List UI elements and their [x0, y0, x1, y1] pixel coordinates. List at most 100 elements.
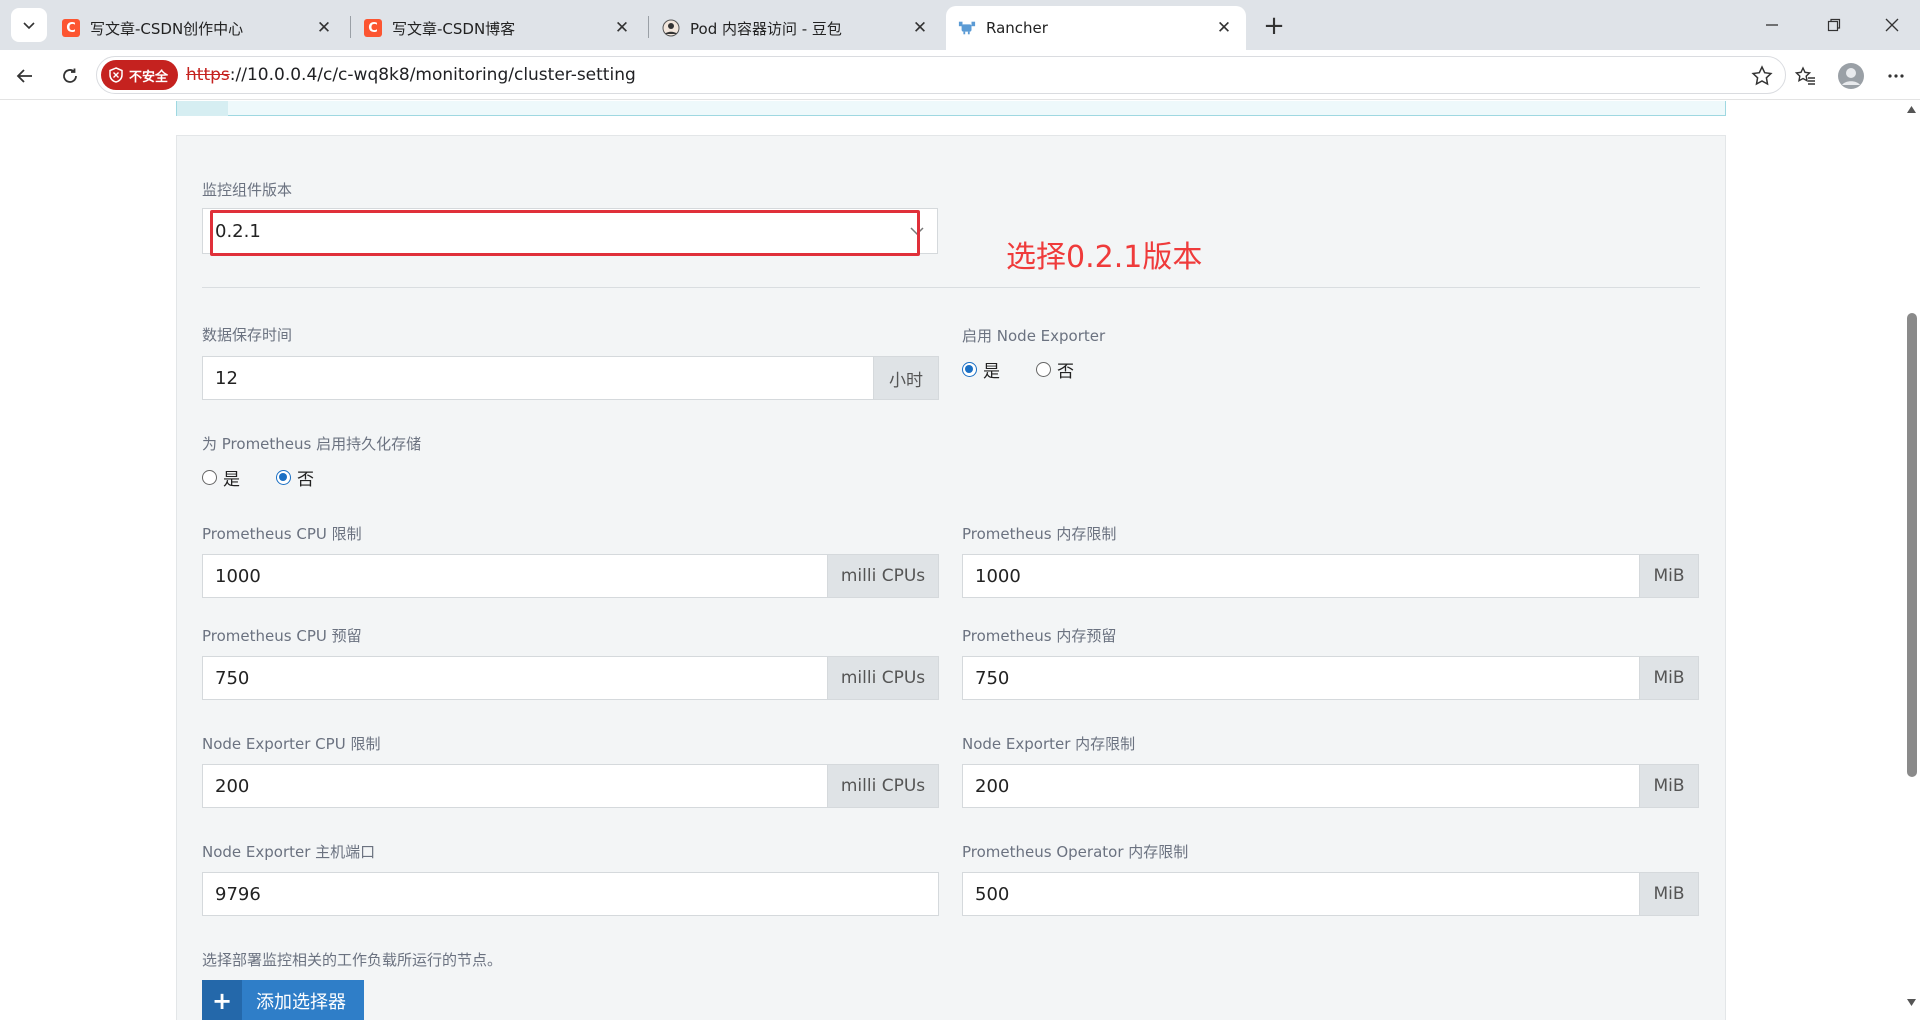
page-scrollbar[interactable]	[1903, 101, 1920, 1020]
operator-mem-limit-input[interactable]: 500	[962, 872, 1640, 916]
csdn-c-icon: C	[62, 19, 80, 37]
ne-host-port-label: Node Exporter 主机端口	[202, 843, 376, 861]
prom-mem-reserve-label: Prometheus 内存预留	[962, 627, 1117, 645]
radio-unchecked[interactable]	[202, 470, 217, 485]
url-scheme: https	[186, 65, 230, 85]
tab-title: 写文章-CSDN博客	[392, 19, 516, 38]
ne-host-port-input[interactable]: 9796	[202, 872, 939, 916]
prom-mem-limit-unit: MiB	[1640, 554, 1699, 598]
plus-icon: +	[1263, 11, 1285, 41]
retention-label: 数据保存时间	[202, 326, 293, 344]
annotation-text: 选择0.2.1版本	[1006, 240, 1203, 275]
prom-mem-limit-label: Prometheus 内存限制	[962, 525, 1117, 543]
bookmark-button[interactable]	[1749, 63, 1775, 89]
radio-checked[interactable]	[276, 470, 291, 485]
window-close-button[interactable]	[1870, 8, 1914, 42]
settings-menu-button[interactable]	[1879, 59, 1913, 93]
address-bar[interactable]: 不安全 https://10.0.0.4/c/c-wq8k8/monitorin…	[96, 56, 1786, 94]
section-divider	[202, 287, 1700, 288]
node-exporter-enable-yes[interactable]: 是	[962, 357, 1000, 382]
prom-cpu-reserve-label: Prometheus CPU 预留	[202, 627, 362, 645]
tab-csdn-creator[interactable]: C 写文章-CSDN创作中心 ✕	[50, 6, 346, 50]
tab-rancher[interactable]: Rancher ✕	[946, 6, 1246, 50]
persistent-storage-label: 为 Prometheus 启用持久化存储	[202, 435, 422, 453]
persistent-storage-yes[interactable]: 是	[202, 465, 240, 490]
info-banner	[176, 101, 1726, 116]
info-icon	[177, 101, 228, 116]
url-text: https://10.0.0.4/c/c-wq8k8/monitoring/cl…	[186, 65, 636, 85]
tab-title: Rancher	[986, 19, 1048, 37]
security-badge[interactable]: 不安全	[101, 60, 179, 90]
security-label: 不安全	[129, 69, 169, 85]
tab-search-button[interactable]	[11, 8, 47, 42]
restore-icon	[1827, 18, 1841, 32]
reload-icon	[63, 68, 77, 83]
back-button[interactable]	[8, 59, 42, 93]
radio-checked[interactable]	[962, 362, 977, 377]
scroll-up-arrow[interactable]	[1903, 101, 1920, 118]
prom-mem-reserve-input[interactable]: 750	[962, 656, 1640, 700]
operator-mem-limit-unit: MiB	[1640, 872, 1699, 916]
node-exporter-enable-label: 启用 Node Exporter	[962, 327, 1106, 345]
favorites-list-icon	[1794, 66, 1815, 85]
retention-unit: 小时	[874, 356, 939, 400]
minimize-icon	[1766, 24, 1778, 26]
avatar-icon	[1838, 63, 1864, 89]
more-horizontal-icon	[1888, 74, 1904, 78]
tab-title: 写文章-CSDN创作中心	[90, 19, 244, 38]
close-icon[interactable]: ✕	[910, 18, 930, 38]
tab-doubao[interactable]: Pod 内容器访问 - 豆包 ✕	[650, 6, 942, 50]
add-selector-label: 添加选择器	[256, 992, 346, 1013]
radio-unchecked[interactable]	[1036, 362, 1051, 377]
rancher-cow-icon	[958, 19, 976, 37]
chevron-down-icon	[23, 22, 35, 30]
radio-label: 是	[223, 470, 240, 490]
retention-input[interactable]: 12	[202, 356, 874, 400]
browser-tab-strip: C 写文章-CSDN创作中心 ✕ C 写文章-CSDN博客 ✕ Pod 内容器访…	[0, 0, 1920, 50]
ne-cpu-limit-input[interactable]: 200	[202, 764, 828, 808]
ne-cpu-limit-unit: milli CPUs	[828, 764, 939, 808]
prom-cpu-limit-input[interactable]: 1000	[202, 554, 828, 598]
doubao-avatar-icon	[662, 19, 680, 37]
plus-icon: +	[202, 980, 242, 1020]
radio-label: 否	[297, 470, 314, 490]
add-selector-button[interactable]: + 添加选择器	[202, 980, 364, 1020]
browser-toolbar: 不安全 https://10.0.0.4/c/c-wq8k8/monitorin…	[0, 50, 1920, 100]
ne-mem-limit-unit: MiB	[1640, 764, 1699, 808]
tab-separator	[350, 16, 351, 38]
tab-csdn-blog[interactable]: C 写文章-CSDN博客 ✕	[352, 6, 644, 50]
ne-mem-limit-input[interactable]: 200	[962, 764, 1640, 808]
ne-cpu-limit-label: Node Exporter CPU 限制	[202, 735, 381, 753]
prom-cpu-limit-unit: milli CPUs	[828, 554, 939, 598]
triangle-up-icon	[1907, 106, 1916, 113]
profile-button[interactable]	[1834, 59, 1868, 93]
favorites-button[interactable]	[1788, 59, 1822, 93]
radio-label: 否	[1057, 362, 1074, 382]
close-icon[interactable]: ✕	[1214, 18, 1234, 38]
minimize-button[interactable]	[1750, 8, 1794, 42]
prom-cpu-reserve-input[interactable]: 750	[202, 656, 828, 700]
restore-button[interactable]	[1812, 8, 1856, 42]
triangle-down-icon	[1907, 999, 1916, 1006]
new-tab-button[interactable]: +	[1258, 10, 1290, 42]
node-exporter-enable-no[interactable]: 否	[1036, 357, 1074, 382]
tab-separator	[648, 16, 649, 38]
shield-warning-icon	[109, 67, 123, 83]
arrow-left-icon	[16, 69, 32, 83]
csdn-c-icon: C	[364, 19, 382, 37]
operator-mem-limit-label: Prometheus Operator 内存限制	[962, 843, 1189, 861]
node-exporter-enable-group: 是 否	[962, 357, 1110, 382]
persistent-storage-group: 是 否	[202, 465, 350, 490]
persistent-storage-no[interactable]: 否	[276, 465, 314, 490]
close-icon[interactable]: ✕	[612, 18, 632, 38]
reload-button[interactable]	[53, 59, 87, 93]
annotation-highlight-box	[210, 210, 920, 256]
scrollbar-thumb[interactable]	[1907, 313, 1917, 777]
scroll-down-arrow[interactable]	[1903, 994, 1920, 1011]
prom-cpu-limit-label: Prometheus CPU 限制	[202, 525, 362, 543]
prom-cpu-reserve-unit: milli CPUs	[828, 656, 939, 700]
close-icon[interactable]: ✕	[314, 18, 334, 38]
close-icon	[1885, 18, 1899, 32]
prom-mem-limit-input[interactable]: 1000	[962, 554, 1640, 598]
page-viewport: 监控组件版本 0.2.1 选择0.2.1版本 数据保存时间 12 小时 启用 N…	[0, 101, 1920, 1020]
